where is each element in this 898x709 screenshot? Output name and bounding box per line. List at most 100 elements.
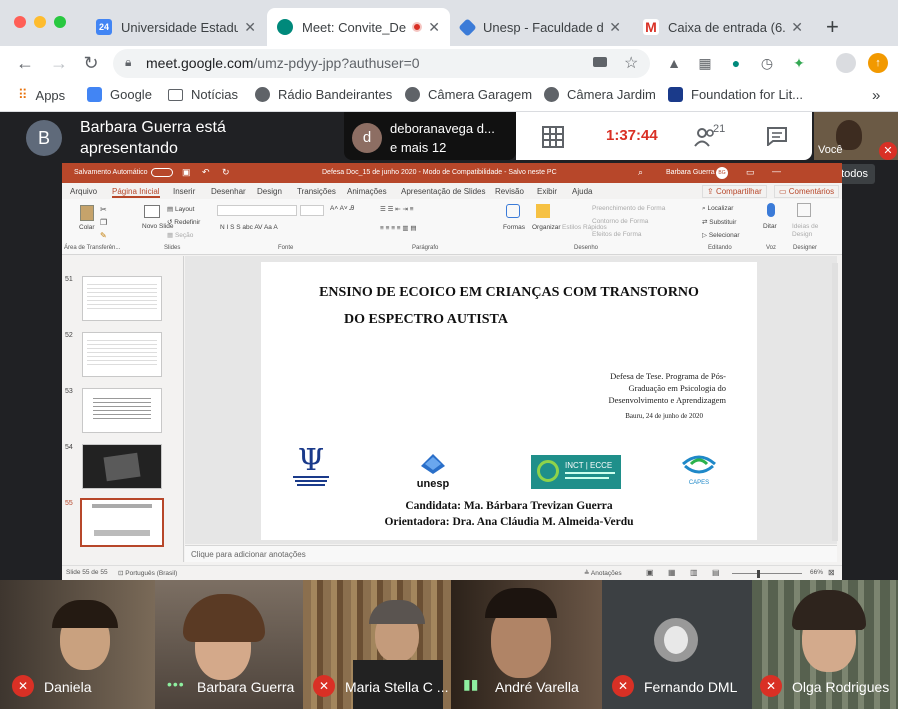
reload-button[interactable]: ↻ [78, 50, 104, 76]
format-painter-icon[interactable]: ✎ [100, 231, 107, 240]
tab-gmail[interactable]: M Caixa de entrada (6. ✕ [633, 8, 813, 46]
tab-desenhar[interactable]: Desenhar [211, 187, 246, 196]
bookmark-foundation[interactable]: Foundation for Lit... [668, 87, 803, 102]
participant-tile[interactable]: ••• Barbara Guerra [155, 580, 303, 709]
view-slideshow-icon[interactable]: ▤ [712, 568, 720, 577]
font-size-buttons[interactable]: A˄ A˅ Ꭿ [330, 205, 354, 213]
extension-grid-icon[interactable]: ▦ [695, 53, 715, 73]
layout-button[interactable]: ▤ Layout [167, 205, 194, 213]
extension-meet-icon[interactable]: ● [726, 53, 746, 73]
new-slide-icon[interactable] [144, 205, 160, 218]
find-button[interactable]: ⌕ Localizar [702, 205, 733, 213]
tab-ajuda[interactable]: Ajuda [572, 187, 592, 196]
select-button[interactable]: ▷ Selecionar [702, 231, 740, 239]
close-tab-icon[interactable]: ✕ [428, 19, 440, 36]
current-slide[interactable]: ENSINO DE ECOICO EM CRIANÇAS COM TRANSTO… [261, 262, 757, 540]
forward-button[interactable]: → [46, 50, 72, 76]
tab-revisao[interactable]: Revisão [495, 187, 524, 196]
shape-fill-label[interactable]: Preenchimento de Forma [592, 205, 665, 212]
camera-icon[interactable] [593, 57, 607, 67]
close-tab-icon[interactable]: ✕ [791, 19, 803, 36]
ribbon-display-icon[interactable]: ▭ [746, 167, 755, 178]
slide-thumb-55-selected[interactable] [80, 498, 164, 547]
cut-icon[interactable]: ✂ [100, 205, 107, 214]
canvas-scrollbar[interactable] [832, 263, 838, 541]
copy-icon[interactable]: ❐ [100, 218, 107, 227]
tab-pagina-inicial[interactable]: Página Inicial [112, 187, 160, 198]
redo-icon[interactable]: ↻ [222, 167, 230, 178]
slide-thumb-51[interactable] [82, 276, 162, 321]
participant-tile[interactable]: ✕ Olga Rodrigues [752, 580, 898, 709]
bookmark-noticias[interactable]: Notícias [168, 87, 238, 102]
tab-animacoes[interactable]: Animações [347, 187, 387, 196]
bookmark-star-icon[interactable]: ☆ [624, 53, 638, 73]
zoom-slider[interactable] [732, 573, 802, 574]
close-window-button[interactable] [14, 16, 26, 28]
extension-drive-icon[interactable]: ▲ [664, 53, 684, 73]
tab-inserir[interactable]: Inserir [173, 187, 195, 196]
status-language[interactable]: ⊡ Português (Brasil) [118, 569, 177, 577]
tab-transicoes[interactable]: Transições [297, 187, 336, 196]
arrange-icon[interactable] [536, 204, 550, 218]
share-button[interactable]: ⇪ Compartilhar [702, 185, 767, 198]
autosave-toggle[interactable] [151, 168, 173, 177]
bookmark-camera-garagem[interactable]: Câmera Garagem [405, 87, 532, 102]
search-icon[interactable]: ⌕ [638, 167, 643, 178]
tab-arquivo[interactable]: Arquivo [70, 187, 97, 196]
font-family-select[interactable] [217, 205, 297, 216]
zoom-window-button[interactable] [54, 16, 66, 28]
paste-icon[interactable] [80, 205, 94, 221]
view-sorter-icon[interactable]: ▦ [668, 568, 676, 577]
tab-design[interactable]: Design [257, 187, 282, 196]
fit-to-window-icon[interactable]: ⊠ [828, 568, 835, 577]
comments-button[interactable]: ▭ Comentários [774, 185, 840, 198]
bookmark-apps[interactable]: ⠿ Apps [18, 87, 65, 103]
view-normal-icon[interactable]: ▣ [646, 568, 654, 577]
extension-puzzle-icon[interactable]: ✦ [789, 53, 809, 73]
participant-tile[interactable]: ✕ Fernando DML [602, 580, 752, 709]
status-notes-button[interactable]: ≜ Anotações [584, 569, 622, 577]
close-tab-icon[interactable]: ✕ [609, 19, 621, 36]
update-icon[interactable]: ↑ [868, 53, 888, 73]
back-button[interactable]: ← [12, 50, 38, 76]
slide-thumb-54[interactable] [82, 444, 162, 489]
more-bookmarks-button[interactable]: » [872, 87, 880, 104]
align-buttons[interactable]: ≡ ≡ ≡ ≡ ▥ ▤ [380, 224, 416, 232]
zoom-slider-thumb[interactable] [757, 570, 760, 578]
font-size-select[interactable] [300, 205, 324, 216]
bookmark-camera-jardim[interactable]: Câmera Jardim [544, 87, 656, 102]
bookmark-radio-bandeirantes[interactable]: Rádio Bandeirantes [255, 87, 392, 102]
view-reading-icon[interactable]: ▥ [690, 568, 698, 577]
close-tab-icon[interactable]: ✕ [244, 19, 256, 36]
tab-exibir[interactable]: Exibir [537, 187, 557, 196]
layout-grid-icon[interactable] [542, 126, 564, 148]
reset-button[interactable]: ↺ Redefinir [167, 218, 200, 226]
section-button[interactable]: ▦ Seção [167, 231, 193, 239]
notes-pane[interactable]: Clique para adicionar anotações [185, 545, 837, 562]
tab-unesp[interactable]: Unesp - Faculdade d ✕ [451, 8, 631, 46]
slide-thumb-53[interactable] [82, 388, 162, 433]
profile-avatar[interactable] [836, 53, 856, 73]
tab-calendar[interactable]: 24 Universidade Estadu ✕ [86, 8, 266, 46]
shapes-icon[interactable] [506, 204, 520, 218]
dictate-icon[interactable] [767, 203, 775, 217]
bookmark-google[interactable]: Google [87, 87, 152, 102]
participant-tile[interactable]: ▮▮ André Varella [451, 580, 602, 709]
save-icon[interactable]: ▣ [182, 167, 191, 178]
slide-thumb-52[interactable] [82, 332, 162, 377]
quick-styles-label[interactable]: Estilos Rápidos [562, 224, 607, 231]
font-format-buttons[interactable]: N I S S abc AV Aa A [220, 224, 278, 231]
list-buttons[interactable]: ☰ ☰ ⇤ ⇥ ≡ [380, 205, 414, 213]
new-tab-button[interactable]: + [826, 14, 839, 40]
minimize-icon[interactable]: — [772, 166, 781, 176]
minimize-window-button[interactable] [34, 16, 46, 28]
shape-effects-label[interactable]: Efeitos de Forma [592, 231, 642, 238]
tab-meet[interactable]: Meet: Convite_De ✕ [267, 8, 450, 46]
participant-tile[interactable]: ✕ Daniela [0, 580, 155, 709]
undo-icon[interactable]: ↶ [202, 167, 210, 178]
chat-icon[interactable] [766, 126, 788, 146]
extension-timer-icon[interactable]: ◷ [757, 53, 777, 73]
replace-button[interactable]: ⇄ Substituir [702, 218, 736, 226]
address-bar[interactable]: 🔒︎ meet.google.com/umz-pdyy-jpp?authuser… [113, 49, 650, 78]
design-ideas-icon[interactable] [797, 203, 811, 217]
